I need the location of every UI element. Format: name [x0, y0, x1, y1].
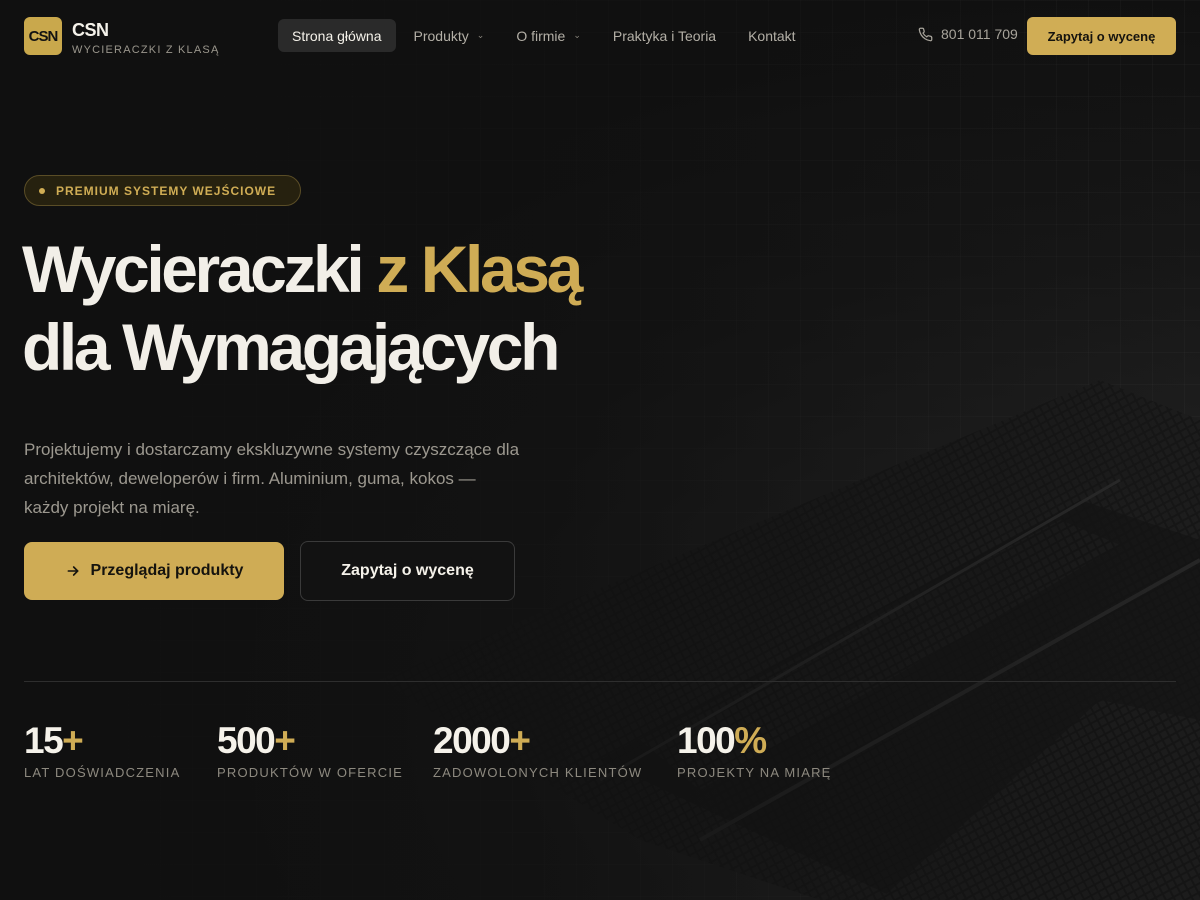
browse-products-button[interactable]: Przeglądaj produkty — [24, 542, 284, 600]
nav-item-label: Produkty — [413, 27, 469, 44]
phone-number: 801 011 709 — [941, 26, 1018, 42]
stats-divider — [24, 681, 1176, 682]
badge-dot-icon — [39, 187, 45, 194]
nav-item-products[interactable]: Produkty ⌄ — [400, 19, 499, 52]
headline-line2: dla Wymagających — [22, 310, 560, 384]
stat-suffix: + — [509, 720, 531, 761]
hero-request-quote-button[interactable]: Zapytaj o wycenę — [300, 541, 515, 601]
stat-clients: 2000+ ZADOWOLONYCH KLIENTÓW — [433, 720, 642, 780]
site-header: CSN CSN WYCIERACZKI Z KLASĄ Strona główn… — [0, 0, 1200, 72]
arrow-right-icon — [67, 566, 79, 576]
request-quote-button[interactable]: Zapytaj o wycenę — [1027, 17, 1176, 55]
stat-value: 100% — [677, 720, 832, 762]
nav-item-label: Kontakt — [748, 27, 796, 44]
stat-products: 500+ PRODUKTÓW W OFERCIE — [217, 720, 403, 780]
stat-number: 500 — [217, 720, 276, 761]
chevron-down-icon: ⌄ — [476, 30, 485, 40]
stat-custom-projects: 100% PROJEKTY NA MIARĘ — [677, 720, 832, 780]
logo-mark[interactable]: CSN — [24, 17, 62, 55]
stat-label: PRODUKTÓW W OFERCIE — [217, 765, 404, 780]
nav-item-label: Praktyka i Teoria — [612, 27, 717, 44]
nav-item-home[interactable]: Strona główna — [278, 19, 396, 52]
hero-request-quote-label: Zapytaj o wycenę — [341, 562, 474, 579]
stat-value: 2000+ — [433, 720, 642, 762]
headline-line1-main: Wycieraczki — [22, 232, 365, 306]
stat-label: LAT DOŚWIADCZENIA — [24, 765, 181, 780]
stat-number: 15 — [24, 720, 64, 761]
headline-line1-accent: z Klasą — [376, 232, 583, 306]
nav-item-label: Strona główna — [292, 27, 382, 44]
brand-tagline: WYCIERACZKI Z KLASĄ — [72, 44, 220, 56]
stat-label: ZADOWOLONYCH KLIENTÓW — [433, 765, 643, 780]
stat-label: PROJEKTY NA MIARĘ — [677, 765, 832, 780]
phone-icon — [918, 27, 933, 41]
nav-item-label: O firmie — [516, 27, 566, 44]
badge-label: PREMIUM SYSTEMY WEJŚCIOWE — [56, 183, 277, 198]
hero-badge: PREMIUM SYSTEMY WEJŚCIOWE — [24, 175, 301, 206]
stat-suffix: + — [274, 720, 296, 761]
nav-item-practice[interactable]: Praktyka i Teoria — [599, 19, 730, 52]
hero-headline: Wycieraczki z Klasą dla Wymagających — [22, 230, 583, 386]
nav-item-contact[interactable]: Kontakt — [734, 19, 809, 52]
stat-suffix: % — [734, 720, 767, 761]
nav-item-about[interactable]: O firmie ⌄ — [502, 19, 595, 52]
chevron-down-icon: ⌄ — [573, 30, 581, 40]
brand-name[interactable]: CSN — [72, 20, 109, 41]
hero-lead: Projektujemy i dostarczamy ekskluzywne s… — [24, 440, 520, 517]
stat-number: 2000 — [433, 720, 511, 761]
stat-years: 15+ LAT DOŚWIADCZENIA — [24, 720, 180, 780]
browse-products-label: Przeglądaj produkty — [90, 562, 244, 579]
phone-link[interactable]: 801 011 709 — [918, 26, 1018, 42]
stat-number: 100 — [677, 720, 736, 761]
main-nav: Strona główna Produkty ⌄ O firmie ⌄ Prakty… — [278, 19, 814, 52]
stat-value: 15+ — [24, 720, 180, 762]
stat-value: 500+ — [217, 720, 403, 762]
stat-suffix: + — [62, 720, 84, 761]
